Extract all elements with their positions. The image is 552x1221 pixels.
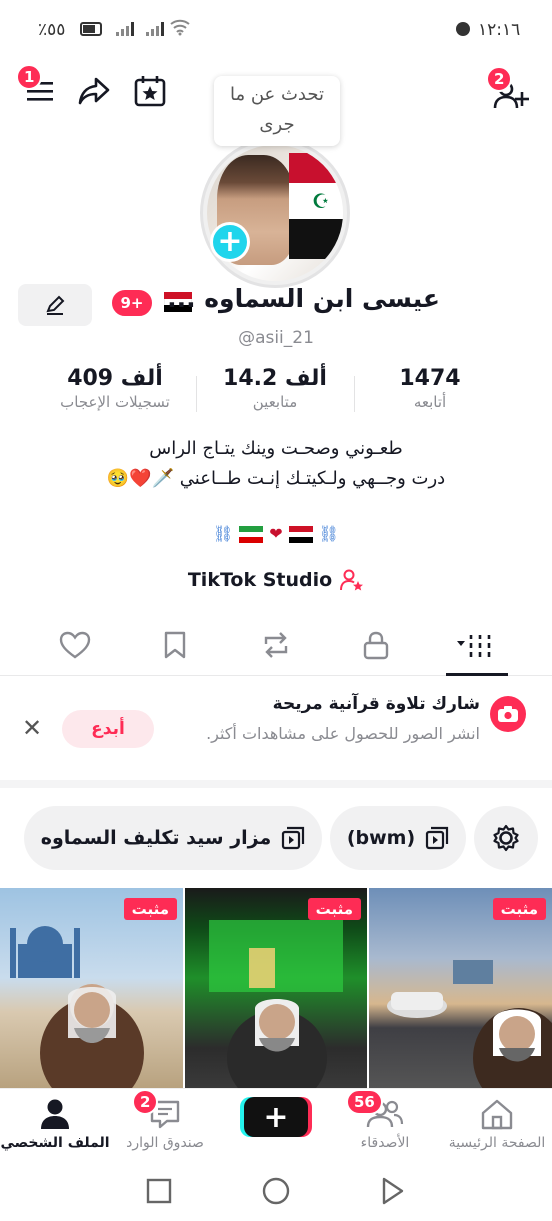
profile-icon <box>41 1099 69 1129</box>
add-story-button[interactable]: + <box>210 222 250 262</box>
active-tab-indicator <box>446 673 508 676</box>
tab-liked[interactable] <box>25 616 125 674</box>
recents-icon <box>146 1178 172 1204</box>
pinned-badge: مثبت <box>492 898 546 920</box>
tab-favorites[interactable] <box>125 616 225 674</box>
heart-icon: ❤ <box>269 524 283 543</box>
nav-inbox[interactable]: صندوق الوارد <box>110 1093 220 1151</box>
chip-label: (bwm) <box>346 827 416 849</box>
chip-label: مزار سيد تكليف السماوه <box>40 827 272 849</box>
system-nav-icons <box>146 1177 404 1205</box>
dna-icon: ⛓ <box>212 524 234 543</box>
camera-icon <box>490 696 526 732</box>
bio-emoji-row: ⛓ ❤ ⛓ <box>0 524 552 544</box>
avatar[interactable]: ☪ <box>200 138 350 288</box>
iraq-flag-icon <box>288 526 313 544</box>
playlist-icon <box>426 826 449 850</box>
bio-line: درت وجــهي ولـكيتـك إنـت طــاعني 🗡️❤️🥹 <box>106 468 446 489</box>
lock-icon <box>363 631 389 660</box>
iran-flag-icon <box>239 526 264 544</box>
studio-label: TikTok Studio <box>187 569 333 591</box>
profile-handle: @asii_21 <box>238 328 314 348</box>
dna-icon: ⛓ <box>318 524 340 543</box>
tab-videos[interactable] <box>426 616 526 674</box>
divider <box>354 376 355 412</box>
person-star-icon <box>340 569 364 591</box>
pinned-badge: مثبت <box>307 898 361 920</box>
promo-description: انشر الصور للحصول على مشاهدات أكثر. <box>206 724 480 743</box>
create-button[interactable]: أبدع <box>62 710 154 748</box>
promo-title: شارك تلاوة قرآنية مريحة <box>272 694 480 714</box>
messenger-icon <box>456 22 470 36</box>
status-bar: ٪٥٥ ١٢:١٦ <box>0 0 552 60</box>
share-button[interactable] <box>74 72 114 110</box>
profile-tabs <box>0 616 552 676</box>
promo-banner: شارك تلاوة قرآنية مريحة انشر الصور للحصو… <box>0 680 552 788</box>
note-text: جرى <box>259 114 295 135</box>
playlist-chip[interactable]: (bwm) <box>330 806 466 870</box>
tab-reposts[interactable] <box>226 616 326 674</box>
close-icon[interactable]: ✕ <box>22 714 42 742</box>
friends-badge: 56 <box>346 1089 383 1115</box>
name-row: عيسى ابن السماوه ... <box>0 284 552 326</box>
plus-icon: + <box>263 1099 289 1135</box>
favorites-button[interactable] <box>130 72 170 110</box>
bookmark-icon <box>164 631 186 659</box>
bottom-nav: الصفحة الرئيسية الأصدقاء 56 + صندوق الوا… <box>0 1088 552 1166</box>
calendar-star-icon <box>134 76 166 107</box>
share-icon <box>78 77 110 105</box>
system-nav <box>0 1166 552 1221</box>
stat-following[interactable]: 1474 أتابعه <box>370 366 490 411</box>
profile-name: عيسى ابن السماوه ... <box>167 284 440 313</box>
tab-private[interactable] <box>326 616 426 674</box>
battery-percent: ٪٥٥ <box>38 20 66 40</box>
video-thumbnail[interactable]: مثبت <box>185 888 367 1088</box>
tiktok-studio-link[interactable]: TikTok Studio <box>0 568 552 592</box>
wifi-icon <box>170 19 190 36</box>
pinned-badge: مثبت <box>123 898 177 920</box>
signal-icon <box>116 22 134 36</box>
video-thumbnail[interactable]: مثبت <box>369 888 552 1088</box>
divider <box>196 376 197 412</box>
signal-icon <box>146 22 164 36</box>
heart-icon <box>59 631 91 659</box>
grid-dropdown-icon <box>457 635 491 657</box>
playlist-icon <box>282 826 305 850</box>
back-icon <box>382 1177 404 1205</box>
bio-line: طعـوني وصحـت وينك يتـاج الراس <box>149 438 403 459</box>
battery-icon <box>80 22 102 36</box>
flag-emblem-icon: ☪ <box>312 189 330 213</box>
video-thumbnail[interactable]: مثبت <box>0 888 183 1088</box>
settings-chip[interactable] <box>474 806 538 870</box>
playlist-chip[interactable]: مزار سيد تكليف السماوه <box>24 806 322 870</box>
stat-followers[interactable]: 14.2 ألف متابعين <box>210 366 340 411</box>
nav-home[interactable]: الصفحة الرئيسية <box>442 1093 552 1151</box>
home-circle-icon <box>262 1177 290 1205</box>
note-bubble[interactable]: تحدث عن ما جرى <box>214 76 340 146</box>
plus-icon: + <box>217 224 243 259</box>
clock: ١٢:١٦ <box>478 20 521 40</box>
bio: طعـوني وصحـت وينك يتـاج الراس درت وجــهي… <box>0 434 552 494</box>
gear-icon <box>493 824 519 852</box>
home-icon <box>481 1099 513 1130</box>
note-text: تحدث عن ما <box>229 84 325 105</box>
nav-profile[interactable]: الملف الشخصي <box>0 1093 110 1151</box>
stat-likes[interactable]: 409 ألف تسجيلات الإعجاب <box>40 366 190 411</box>
create-post-button[interactable]: + <box>244 1097 308 1137</box>
repost-icon <box>264 632 288 658</box>
